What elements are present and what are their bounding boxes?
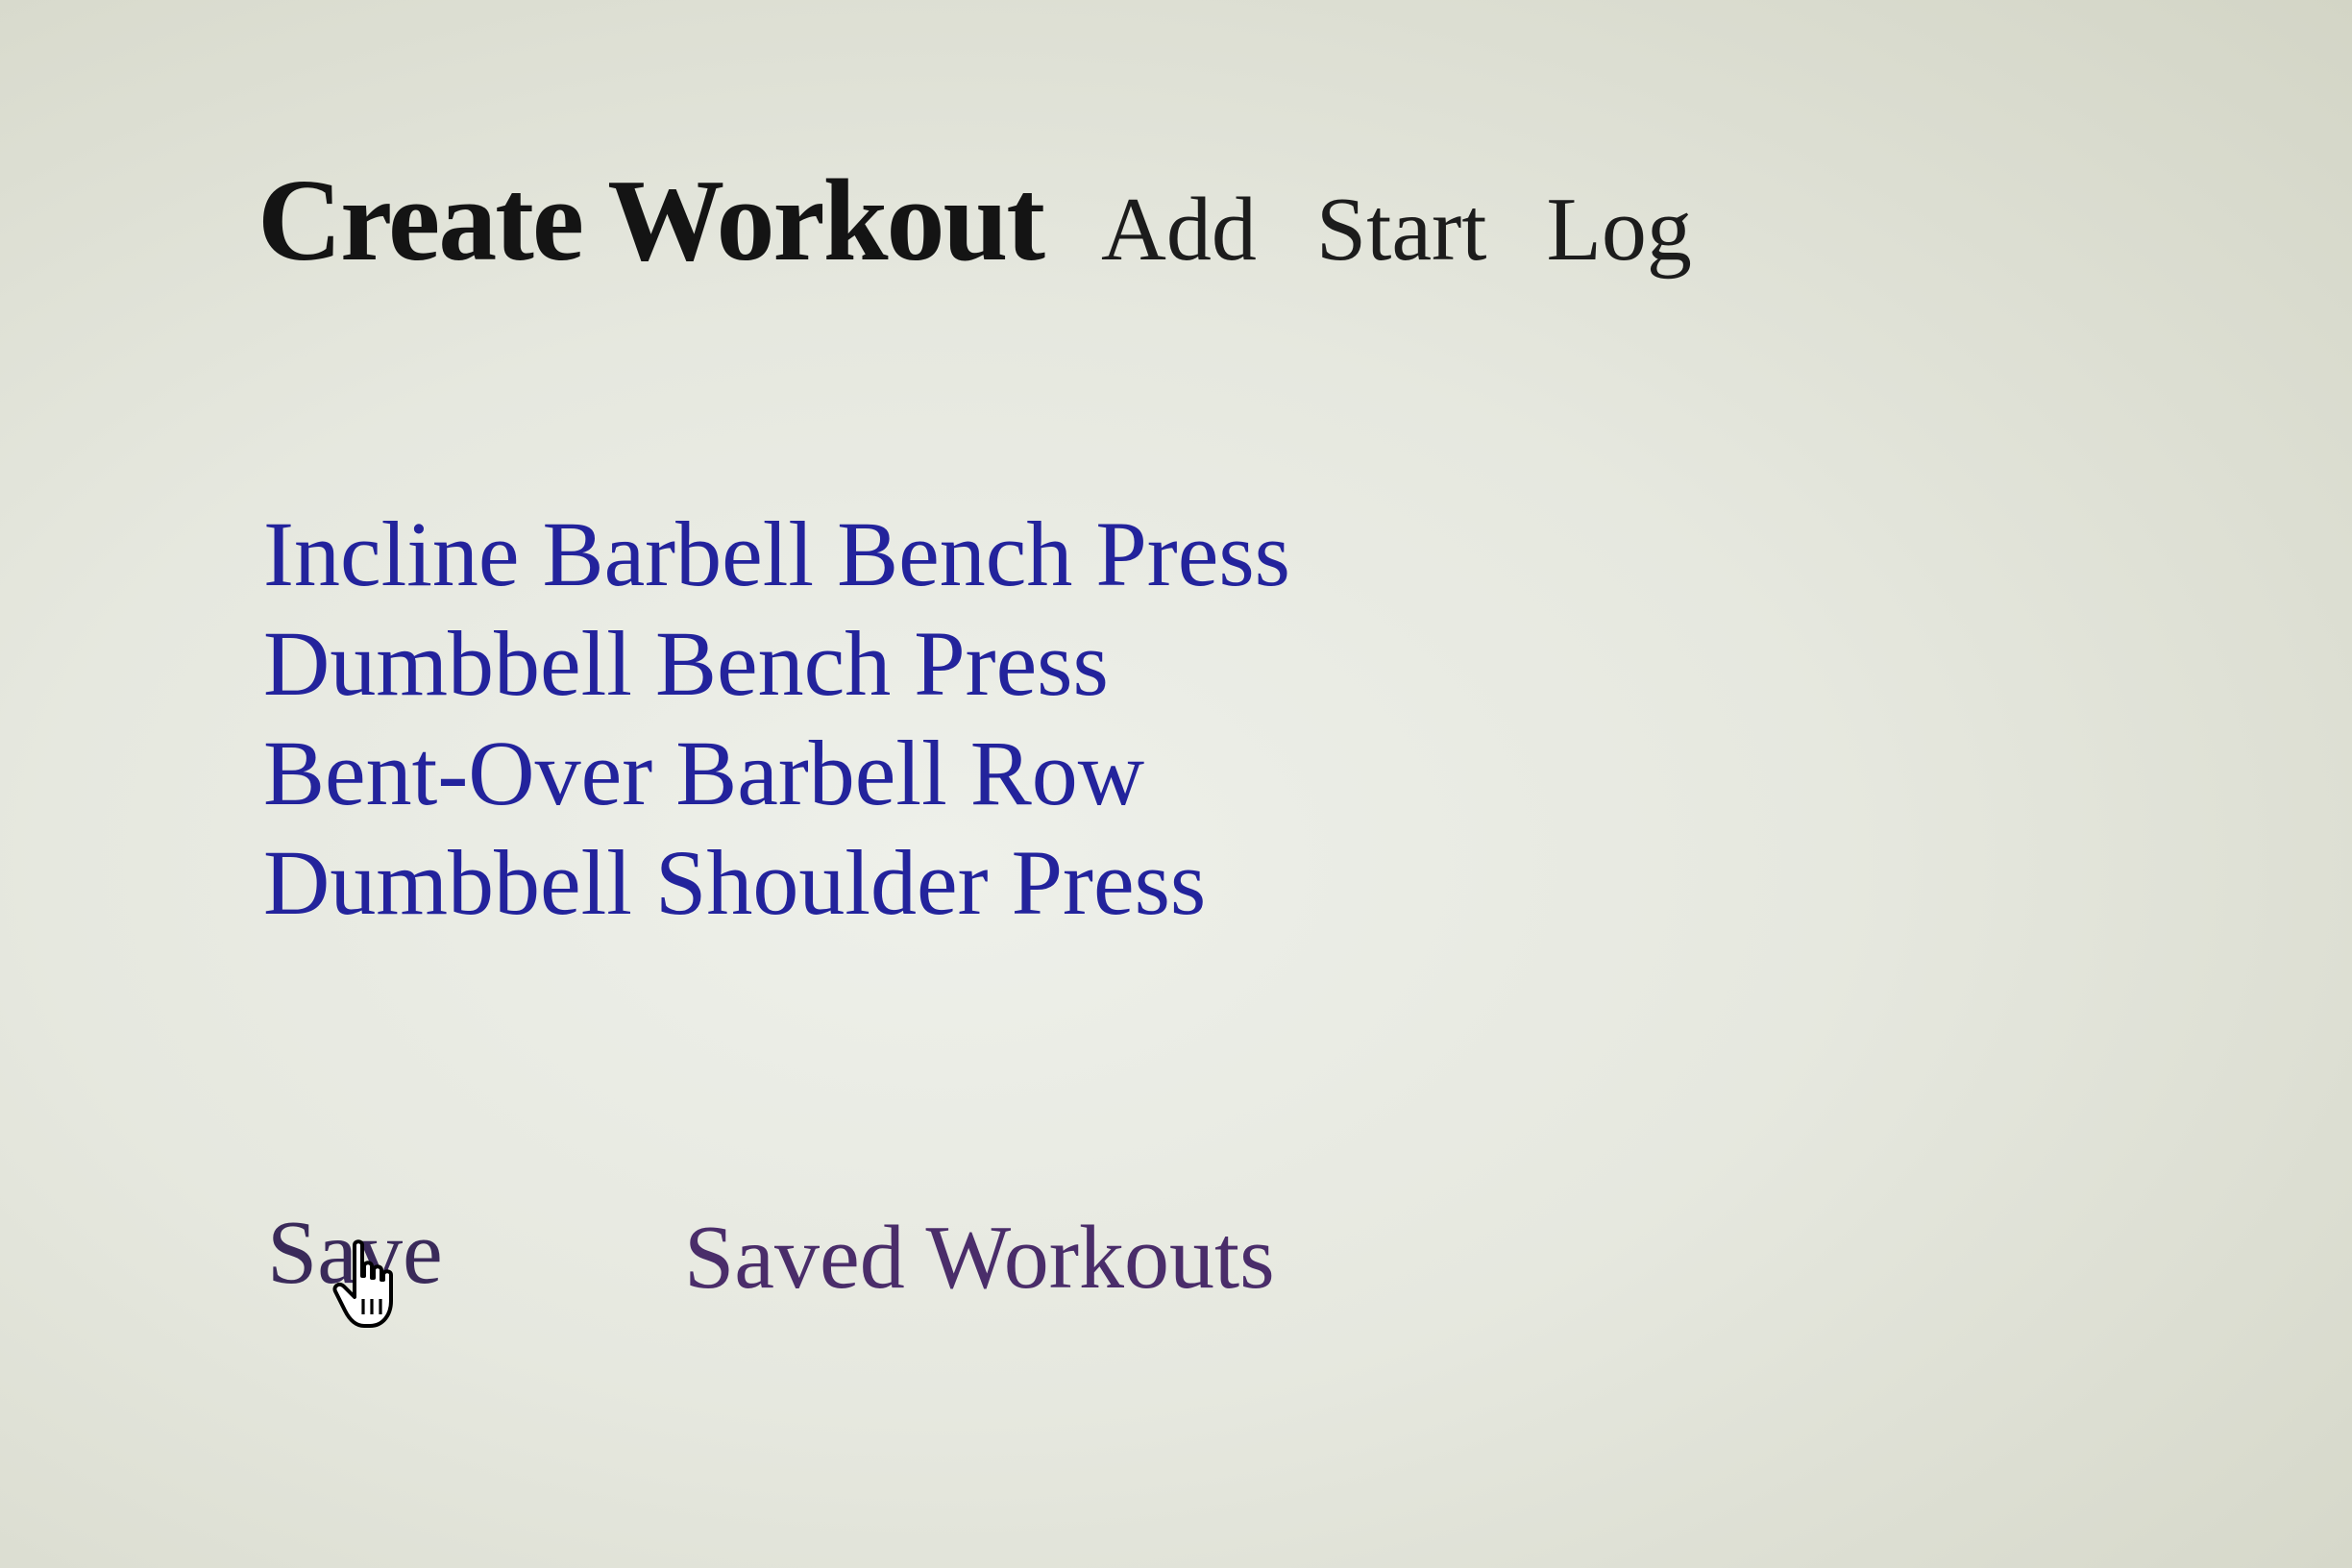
- nav-link-add[interactable]: Add: [1101, 178, 1257, 282]
- page-title: Create Workout: [257, 156, 1045, 285]
- exercise-link-incline-barbell-bench-press[interactable]: Incline Barbell Bench Press: [263, 500, 1290, 609]
- nav-link-start[interactable]: Start: [1316, 178, 1487, 282]
- exercise-link-dumbbell-bench-press[interactable]: Dumbbell Bench Press: [263, 609, 1290, 719]
- exercise-link-bent-over-barbell-row[interactable]: Bent-Over Barbell Row: [263, 719, 1290, 828]
- exercise-link-dumbbell-shoulder-press[interactable]: Dumbbell Shoulder Press: [263, 828, 1290, 938]
- hand-pointer-icon: [332, 1239, 393, 1328]
- exercise-list: Incline Barbell Bench Press Dumbbell Ben…: [263, 500, 1290, 938]
- top-nav: Create Workout Add Start Log: [257, 154, 1752, 288]
- nav-link-log[interactable]: Log: [1546, 178, 1691, 282]
- saved-workouts-link[interactable]: Saved Workouts: [684, 1206, 1275, 1310]
